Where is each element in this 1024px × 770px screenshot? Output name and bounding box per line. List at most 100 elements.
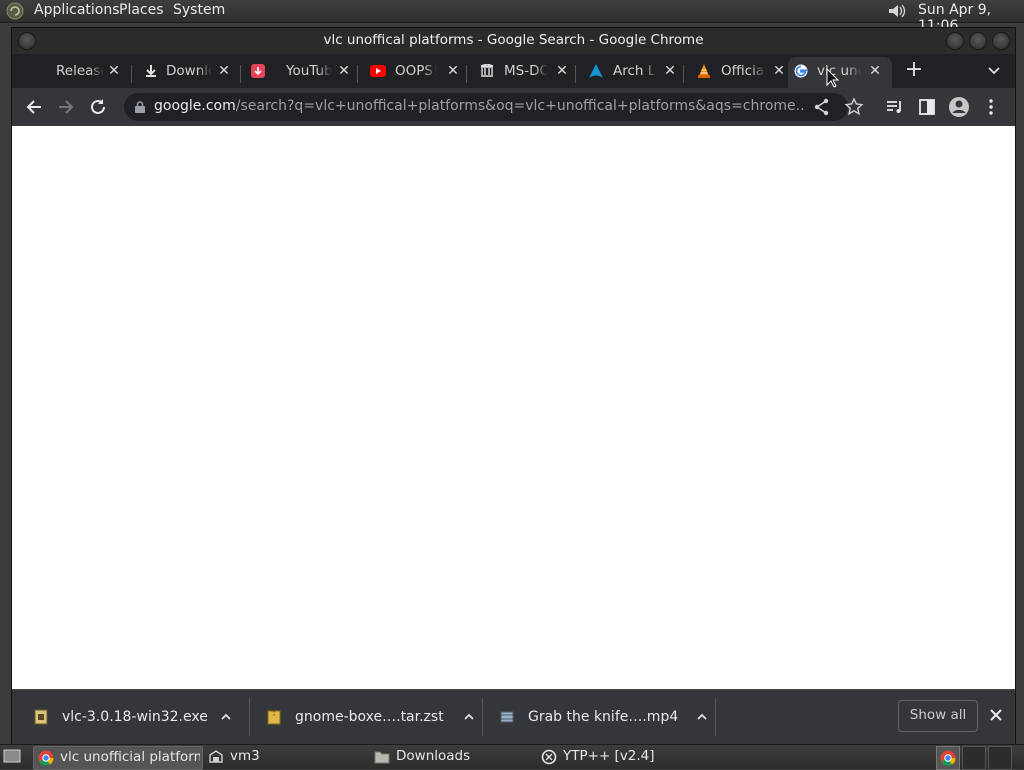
download-item[interactable]: Grab the knife….mp4 bbox=[500, 704, 708, 730]
tab-title: OOPS! bbox=[395, 63, 437, 79]
boxes-icon bbox=[209, 750, 223, 763]
tab-oops[interactable]: OOPS! ✕ bbox=[370, 57, 466, 88]
tab-separator bbox=[466, 65, 467, 83]
chevron-up-icon[interactable] bbox=[696, 711, 708, 723]
distro-logo-icon[interactable] bbox=[6, 2, 24, 20]
menu-system[interactable]: System bbox=[173, 2, 225, 18]
close-window-icon[interactable] bbox=[992, 32, 1010, 50]
new-tab-button[interactable]: + bbox=[902, 59, 926, 83]
taskbar-item-ytp[interactable]: YTP++ [v2.4] bbox=[537, 746, 703, 768]
taskbar-item-vm3[interactable]: vm3 bbox=[204, 746, 364, 768]
tab-arch-linux[interactable]: Arch Linux ✕ bbox=[589, 57, 683, 88]
taskbar-item-downloads[interactable]: Downloads bbox=[370, 746, 536, 768]
media-controls-icon[interactable] bbox=[884, 96, 906, 118]
download-shelf: vlc-3.0.18-win32.exe gnome-boxe….tar.zst… bbox=[12, 689, 1015, 745]
archive-org-icon bbox=[480, 64, 494, 77]
mouse-cursor-icon bbox=[826, 68, 840, 88]
download-item[interactable]: vlc-3.0.18-win32.exe bbox=[34, 704, 242, 730]
workspace-switcher[interactable] bbox=[936, 746, 960, 770]
bookmark-star-icon[interactable] bbox=[844, 97, 864, 117]
speaker-icon[interactable] bbox=[886, 2, 908, 20]
url-text[interactable]: google.com/search?q=vlc+unoffical+platfo… bbox=[154, 98, 804, 114]
menu-places[interactable]: Places bbox=[119, 2, 164, 18]
tab-releases[interactable]: Releases ✕ bbox=[38, 57, 132, 88]
menu-applications[interactable]: Applications bbox=[34, 2, 120, 18]
workspace-2[interactable] bbox=[962, 746, 986, 770]
close-tab-icon[interactable]: ✕ bbox=[446, 64, 460, 78]
window-menu-icon[interactable] bbox=[18, 32, 36, 50]
tab-title: YouTube bbox=[286, 63, 332, 79]
browser-toolbar: google.com/search?q=vlc+unoffical+platfo… bbox=[12, 88, 1015, 126]
tab-separator bbox=[240, 65, 241, 83]
youtube-music-icon bbox=[251, 64, 265, 78]
close-tab-icon[interactable]: ✕ bbox=[868, 64, 882, 78]
top-panel: Applications Places System Sun Apr 9, 11… bbox=[0, 0, 1024, 34]
close-tab-icon[interactable]: ✕ bbox=[663, 64, 677, 78]
archive-file-icon bbox=[267, 710, 281, 725]
download-filename: gnome-boxe….tar.zst bbox=[295, 709, 444, 725]
profile-avatar-icon[interactable] bbox=[948, 96, 970, 118]
bottom-panel: vlc unofficial platform… vm3 Downloads Y… bbox=[0, 744, 1024, 770]
tab-official[interactable]: Official ✕ bbox=[697, 57, 791, 88]
tab-ms-dos[interactable]: MS-DOS ✕ bbox=[480, 57, 574, 88]
download-filename: vlc-3.0.18-win32.exe bbox=[62, 709, 208, 725]
taskbar-label: vlc unofficial platform… bbox=[60, 749, 200, 765]
address-bar[interactable]: google.com/search?q=vlc+unoffical+platfo… bbox=[124, 93, 864, 121]
tab-title: Releases bbox=[56, 63, 104, 79]
tab-search-icon[interactable] bbox=[984, 60, 1004, 80]
download-separator bbox=[715, 698, 716, 736]
more-menu-icon[interactable] bbox=[980, 96, 1002, 118]
side-panel-icon[interactable] bbox=[916, 96, 938, 118]
tab-title: Official bbox=[721, 63, 765, 79]
chevron-up-icon[interactable] bbox=[463, 711, 475, 723]
back-icon[interactable] bbox=[23, 96, 45, 118]
arch-linux-icon bbox=[589, 64, 603, 78]
forward-icon[interactable] bbox=[55, 96, 77, 118]
url-host: google.com bbox=[154, 98, 236, 114]
lock-icon[interactable] bbox=[135, 101, 145, 113]
vlc-cone-icon bbox=[698, 64, 710, 78]
video-file-icon bbox=[500, 711, 514, 723]
tab-title: Downloads bbox=[166, 63, 212, 79]
workspace-3[interactable] bbox=[988, 746, 1012, 770]
tab-separator bbox=[575, 65, 576, 83]
tab-title: MS-DOS bbox=[504, 63, 548, 79]
close-tab-icon[interactable]: ✕ bbox=[217, 64, 231, 78]
exe-file-icon bbox=[34, 709, 48, 725]
close-tab-icon[interactable]: ✕ bbox=[772, 64, 786, 78]
chrome-icon bbox=[38, 750, 54, 766]
tab-vlc-unoffical[interactable]: vlc unoffical ✕ bbox=[788, 57, 892, 88]
show-desktop-icon[interactable] bbox=[3, 748, 21, 764]
tab-title: Arch Linux bbox=[613, 63, 657, 79]
download-separator bbox=[249, 698, 250, 736]
folder-icon bbox=[374, 751, 390, 764]
close-shelf-icon[interactable] bbox=[988, 707, 1004, 723]
tab-separator bbox=[131, 65, 132, 83]
chevron-up-icon[interactable] bbox=[220, 711, 232, 723]
youtube-icon bbox=[370, 65, 386, 77]
minimize-icon[interactable] bbox=[946, 32, 964, 50]
share-icon[interactable] bbox=[812, 97, 832, 117]
window-title: vlc unoffical platforms - Google Search … bbox=[323, 32, 704, 48]
url-path: /search?q=vlc+unoffical+platforms&oq=vlc… bbox=[235, 98, 804, 114]
chrome-window: vlc unoffical platforms - Google Search … bbox=[11, 27, 1016, 745]
taskbar-label: Downloads bbox=[396, 748, 471, 764]
title-bar[interactable]: vlc unoffical platforms - Google Search … bbox=[12, 28, 1015, 54]
download-separator bbox=[482, 698, 483, 736]
page-content[interactable] bbox=[12, 126, 1015, 689]
tab-youtube-music[interactable]: YouTube ✕ bbox=[251, 57, 351, 88]
reload-icon[interactable] bbox=[87, 96, 109, 118]
close-tab-icon[interactable]: ✕ bbox=[337, 64, 351, 78]
close-tab-icon[interactable]: ✕ bbox=[107, 64, 121, 78]
tab-strip: Releases ✕ Downloads ✕ YouTube ✕ OOPS! ✕… bbox=[12, 54, 1015, 88]
show-all-button[interactable]: Show all bbox=[898, 700, 978, 732]
maximize-icon[interactable] bbox=[969, 32, 987, 50]
chrome-icon bbox=[940, 750, 956, 766]
taskbar-item-chrome[interactable]: vlc unofficial platform… bbox=[33, 746, 203, 770]
tab-separator bbox=[357, 65, 358, 83]
close-tab-icon[interactable]: ✕ bbox=[555, 64, 569, 78]
tab-downloads[interactable]: Downloads ✕ bbox=[142, 57, 242, 88]
taskbar-label: vm3 bbox=[230, 748, 260, 764]
download-item[interactable]: gnome-boxe….tar.zst bbox=[267, 704, 475, 730]
tab-separator bbox=[683, 65, 684, 83]
